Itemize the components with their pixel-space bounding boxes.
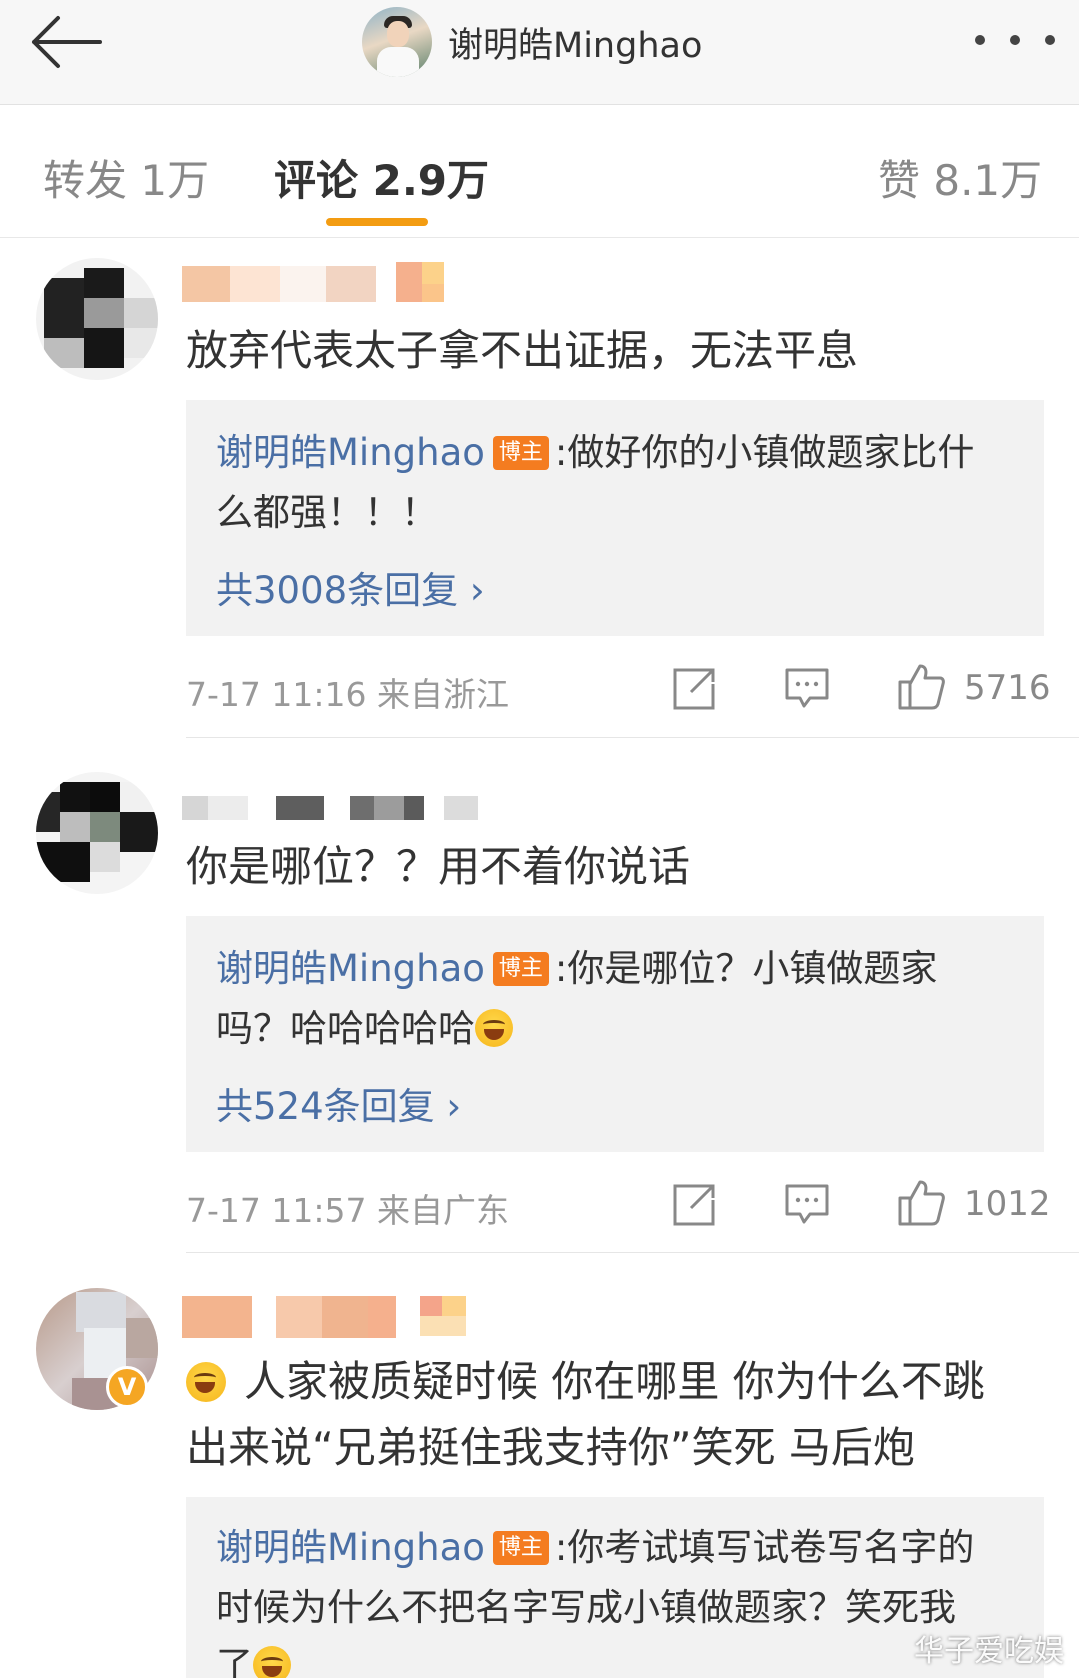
- laugh-cry-emoji-icon: [186, 1362, 226, 1402]
- reply-count-link[interactable]: 共3008条回复 ›: [216, 560, 485, 614]
- like-icon[interactable]: [896, 1178, 946, 1228]
- author-badge: 博主: [492, 436, 549, 470]
- reply-count-link[interactable]: 共524条回复 ›: [216, 1076, 461, 1130]
- comment-text: 人家被质疑时候 你在哪里 你为什么不跳: [186, 1349, 985, 1415]
- author-badge: 博主: [492, 1531, 549, 1565]
- reply-text: 了: [216, 1644, 253, 1678]
- share-icon[interactable]: [671, 666, 717, 712]
- avatar[interactable]: [36, 772, 158, 894]
- avatar[interactable]: [36, 258, 158, 380]
- tab-comments[interactable]: 评论 2.9万: [274, 147, 489, 208]
- comment-text: 你是哪位？？用不着你说话: [186, 842, 691, 891]
- reply-box[interactable]: 谢明皓Minghao 博主:做好你的小镇做题家比什 么都强！！！ 共3008条回复…: [186, 400, 1044, 636]
- reply-text: :你考试填写试卷写名字的: [554, 1526, 975, 1569]
- verified-badge-icon: V: [106, 1366, 148, 1408]
- active-tab-indicator: [326, 218, 428, 226]
- share-icon[interactable]: [671, 1182, 717, 1228]
- reply-text: 吗？哈哈哈哈哈: [216, 1007, 475, 1050]
- divider: [186, 737, 1079, 738]
- reply-author[interactable]: 谢明皓Minghao: [216, 431, 485, 474]
- back-arrow-icon[interactable]: [28, 14, 104, 70]
- reply-text: 么都强！！！: [216, 491, 438, 534]
- tab-likes[interactable]: 赞 8.1万: [878, 147, 1042, 208]
- laugh-cry-emoji-icon: [253, 1646, 291, 1678]
- reply-author[interactable]: 谢明皓Minghao: [216, 1526, 485, 1569]
- comment-text: 放弃代表太子拿不出证据，无法平息: [186, 326, 859, 375]
- watermark: 华子爱吃娱: [914, 1634, 1064, 1669]
- like-count: 1012: [964, 1184, 1051, 1224]
- comment-icon[interactable]: [784, 666, 830, 712]
- reply-text: :你是哪位？小镇做题家: [554, 947, 938, 990]
- reply-author[interactable]: 谢明皓Minghao: [216, 947, 485, 990]
- reply-text: :做好你的小镇做题家比什: [554, 431, 975, 474]
- comment-meta: 7-17 11:57 来自广东: [186, 1191, 509, 1230]
- reply-box[interactable]: 谢明皓Minghao 博主:你是哪位？小镇做题家 吗？哈哈哈哈哈 共524条回复 …: [186, 916, 1044, 1152]
- comment-icon[interactable]: [784, 1182, 830, 1228]
- like-icon[interactable]: [896, 662, 946, 712]
- comment-text: 出来说“兄弟挺住我支持你”笑死 马后炮: [186, 1423, 915, 1472]
- page-title: 谢明皓Minghao: [448, 25, 703, 66]
- profile-title[interactable]: 谢明皓Minghao: [362, 4, 702, 80]
- top-nav-bar: 谢明皓Minghao: [0, 0, 1079, 105]
- like-count: 5716: [964, 668, 1051, 708]
- more-dots-icon[interactable]: [975, 28, 1055, 52]
- laugh-cry-emoji-icon: [475, 1009, 513, 1047]
- tab-reposts[interactable]: 转发 1万: [43, 147, 209, 208]
- avatar[interactable]: [362, 7, 432, 77]
- reply-text: 时候为什么不把名字写成小镇做题家？笑死我: [216, 1586, 956, 1629]
- comment-meta: 7-17 11:16 来自浙江: [186, 675, 509, 714]
- author-badge: 博主: [492, 952, 549, 986]
- tab-bar: 转发 1万 评论 2.9万 赞 8.1万: [0, 105, 1079, 238]
- divider: [186, 1252, 1079, 1253]
